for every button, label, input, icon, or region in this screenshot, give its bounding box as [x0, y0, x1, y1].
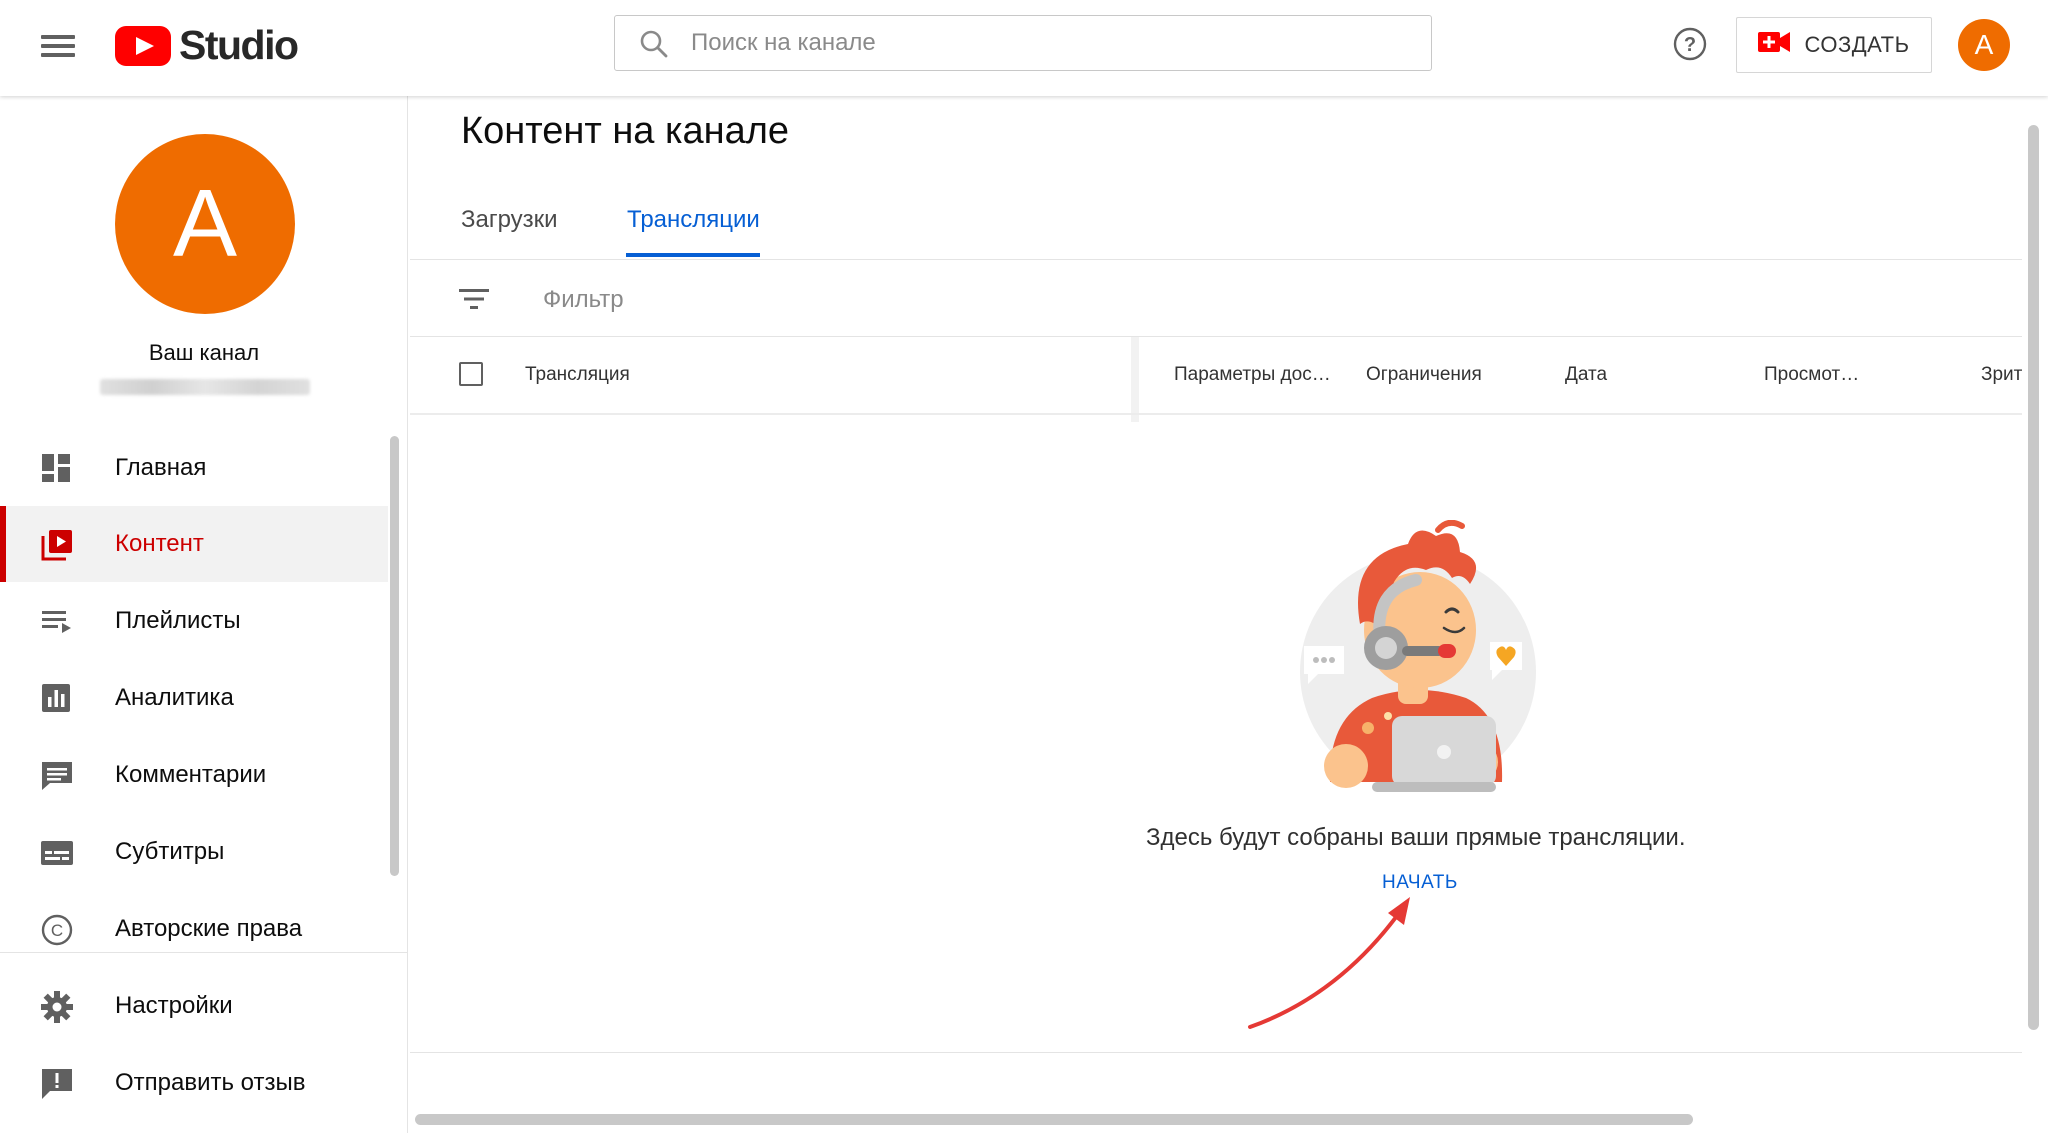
channel-avatar[interactable]: A [115, 134, 295, 314]
account-avatar[interactable]: A [1958, 19, 2010, 71]
sidebar-item-settings[interactable]: Настройки [0, 968, 388, 1044]
create-label: СОЗДАТЬ [1804, 32, 1910, 57]
sidebar-item-subtitles[interactable]: Субтитры [0, 814, 388, 890]
video-camera-icon [1758, 31, 1791, 59]
column-header-restrictions[interactable]: Ограничения [1366, 364, 1482, 386]
sidebar-scrollbar[interactable] [390, 436, 399, 876]
help-icon[interactable]: ? [1672, 26, 1712, 66]
tab-uploads[interactable]: Загрузки [461, 206, 558, 234]
svg-text:?: ? [1684, 34, 1696, 56]
sidebar-item-label: Главная [115, 454, 207, 481]
copyright-icon: C [40, 913, 74, 947]
feedback-icon [40, 1067, 74, 1101]
hamburger-menu-icon[interactable] [38, 30, 78, 66]
dashboard-icon [40, 452, 74, 486]
channel-title: Ваш канал [148, 340, 260, 365]
sidebar-item-label: Авторские права [115, 915, 303, 942]
channel-search[interactable] [614, 15, 1432, 71]
tabs-divider [410, 259, 2022, 260]
svg-text:C: C [51, 921, 63, 940]
comments-icon [40, 759, 74, 793]
column-header-stream[interactable]: Трансляция [525, 364, 630, 386]
sidebar-item-label: Комментарии [115, 761, 267, 788]
column-separator [1131, 337, 1139, 422]
livestream-illustration [1300, 520, 1536, 792]
sidebar-item-feedback[interactable]: Отправить отзыв [0, 1045, 388, 1121]
red-annotation-arrow [1248, 897, 1410, 1029]
sidebar-item-comments[interactable]: Комментарии [0, 737, 388, 813]
sidebar: A Ваш канал Главная Контент Плейлисты Ан… [0, 96, 408, 1133]
column-header-visibility[interactable]: Параметры дос… [1174, 364, 1331, 386]
table-bottom-divider [410, 1052, 2022, 1053]
sidebar-item-label: Субтитры [115, 838, 225, 865]
sidebar-item-playlists[interactable]: Плейлисты [0, 583, 388, 659]
sidebar-divider [0, 952, 408, 953]
channel-name-blurred [100, 379, 310, 395]
sidebar-item-label: Настройки [115, 992, 233, 1019]
sidebar-item-label: Отправить отзыв [115, 1069, 306, 1096]
vertical-scrollbar[interactable] [2028, 125, 2039, 1030]
tab-live[interactable]: Трансляции [627, 206, 760, 234]
active-tab-indicator [626, 253, 760, 257]
header-divider [410, 413, 2022, 415]
filter-divider [410, 336, 2022, 337]
select-all-checkbox[interactable] [459, 362, 483, 386]
subtitles-icon [40, 836, 74, 870]
sidebar-item-dashboard[interactable]: Главная [0, 430, 388, 506]
playlist-icon [40, 605, 74, 639]
horizontal-scrollbar[interactable] [415, 1114, 1693, 1125]
column-header-viewers[interactable]: Зрит [1981, 364, 2022, 386]
empty-state-text: Здесь будут собраны ваши прямые трансляц… [1146, 824, 1686, 851]
create-button[interactable]: СОЗДАТЬ [1736, 17, 1932, 73]
search-icon [629, 15, 689, 71]
content-icon [40, 528, 74, 562]
top-bar: Studio ? СОЗДАТЬ A [0, 0, 2048, 96]
start-stream-button[interactable]: НАЧАТЬ [1382, 872, 1458, 894]
analytics-icon [40, 682, 74, 716]
youtube-play-icon [115, 25, 171, 66]
sidebar-item-copyright[interactable]: C Авторские права [0, 891, 388, 967]
sidebar-item-label: Плейлисты [115, 607, 241, 634]
filter-input[interactable]: Фильтр [543, 286, 624, 314]
sidebar-item-analytics[interactable]: Аналитика [0, 660, 388, 736]
page-title: Контент на канале [461, 110, 790, 152]
youtube-studio-logo[interactable]: Studio [115, 22, 299, 69]
sidebar-item-label: Аналитика [115, 684, 234, 711]
sidebar-item-label: Контент [115, 530, 204, 557]
search-input[interactable] [689, 17, 1393, 69]
sidebar-item-content[interactable]: Контент [0, 506, 388, 582]
column-header-date[interactable]: Дата [1565, 364, 1607, 386]
filter-icon[interactable] [458, 287, 490, 311]
logo-text: Studio [179, 22, 299, 68]
column-header-views[interactable]: Просмот… [1764, 364, 1859, 386]
gear-icon [40, 990, 74, 1024]
